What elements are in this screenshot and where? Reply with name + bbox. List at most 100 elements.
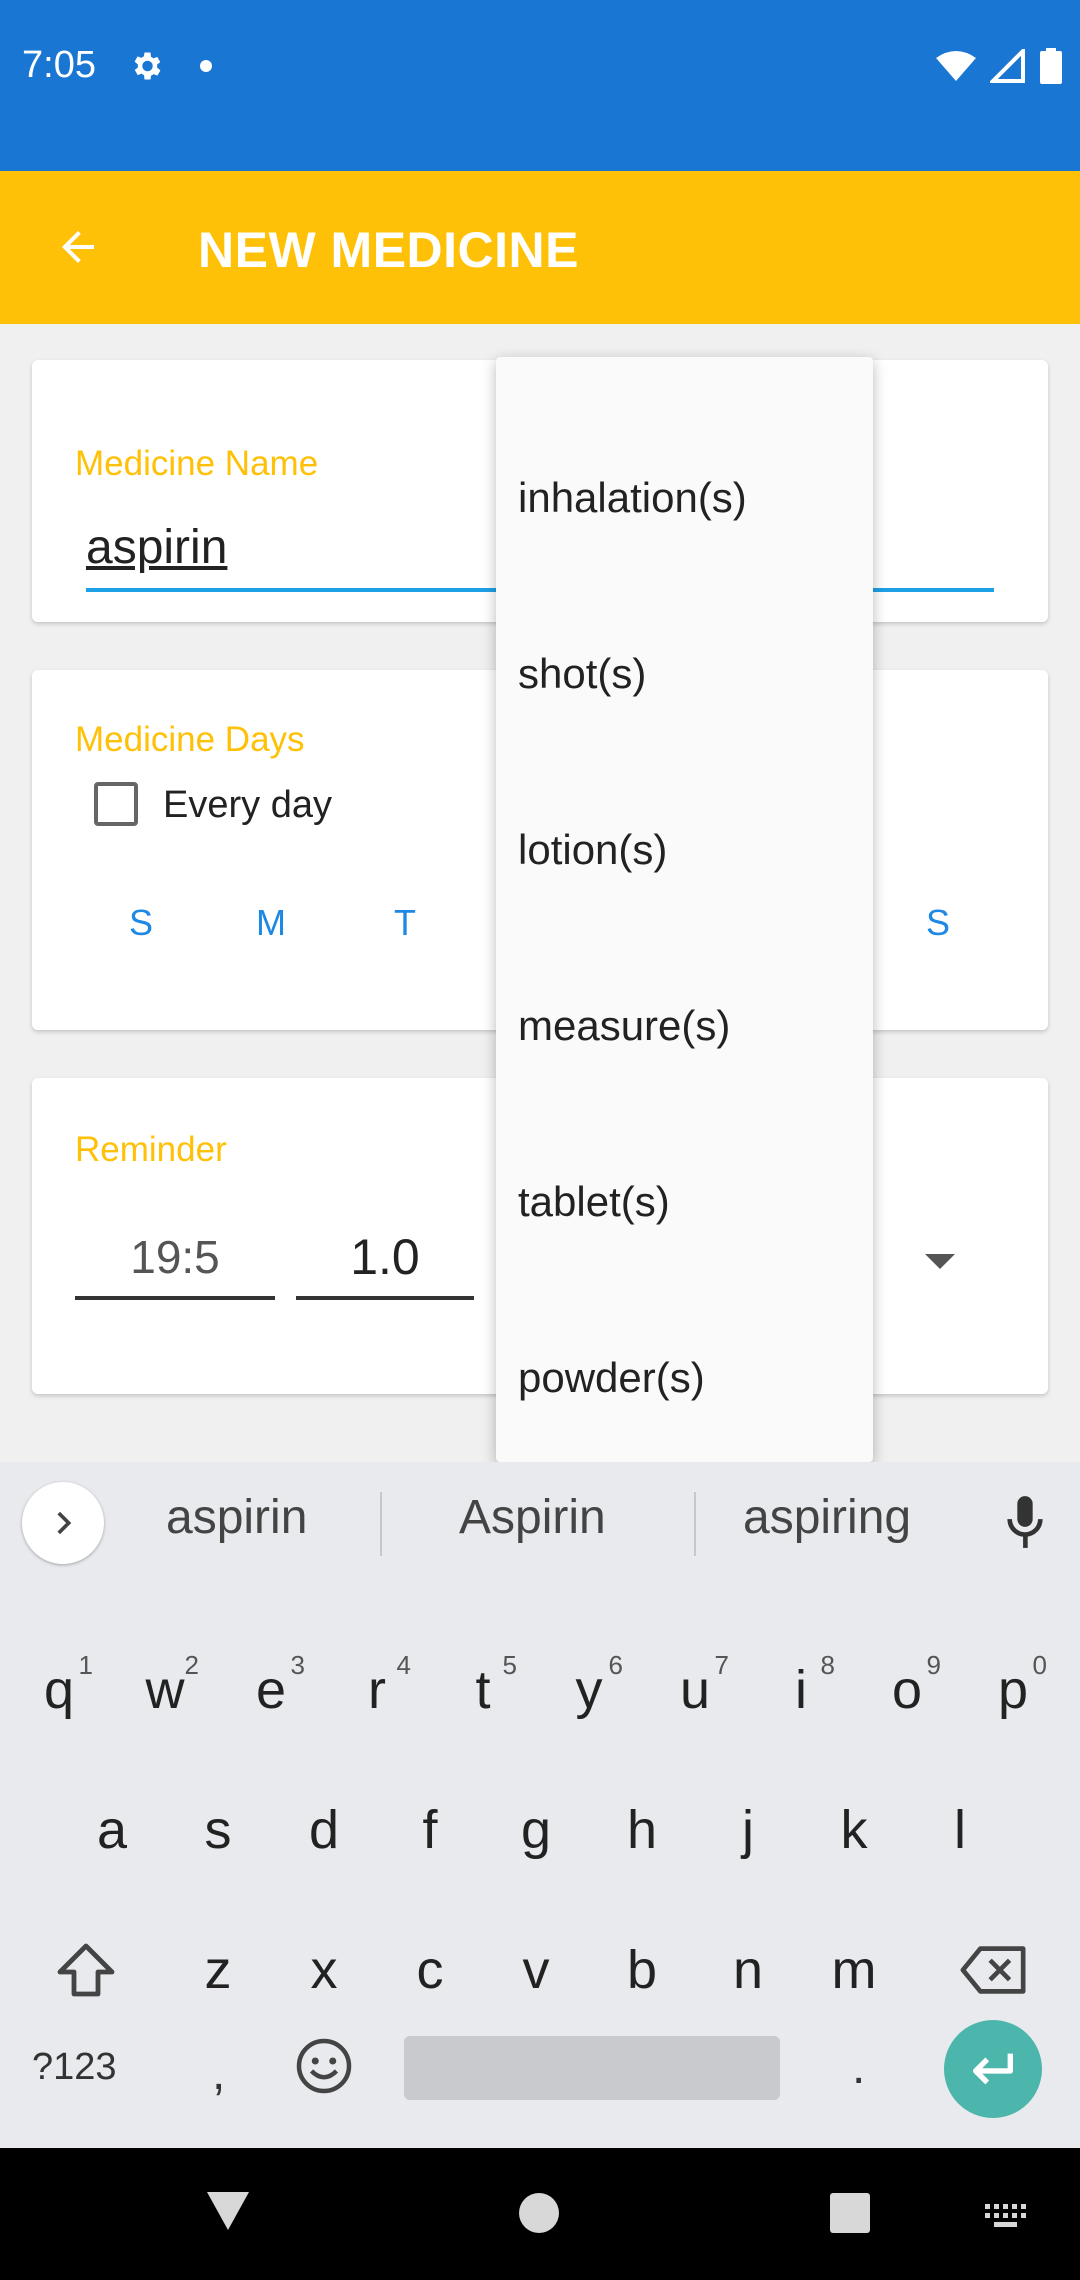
period-key[interactable]: . [852, 2040, 865, 2095]
key-l[interactable]: l [910, 1770, 1010, 1890]
key-z[interactable]: z [168, 1910, 268, 2030]
dose-quantity-field[interactable]: 1.0 [296, 1228, 474, 1286]
suggestion-1[interactable]: aspirin [166, 1490, 307, 1545]
key-s[interactable]: s [168, 1770, 268, 1890]
day-toggle-saturday[interactable]: S [926, 902, 950, 944]
arrow-back-icon [62, 231, 94, 263]
day-toggle-tuesday[interactable]: T [394, 902, 416, 944]
keyboard-switch-icon[interactable] [985, 2204, 1027, 2230]
key-e-hint: 3 [290, 1650, 305, 1680]
key-e[interactable]: e3 [221, 1630, 321, 1750]
key-w-hint: 2 [184, 1650, 199, 1680]
space-key[interactable] [404, 2036, 780, 2100]
key-g[interactable]: g [486, 1770, 586, 1890]
system-nav-bar [0, 2148, 1080, 2280]
notification-dot-icon [200, 60, 212, 72]
signal-icon [990, 49, 1025, 83]
dropdown-item-measure[interactable]: measure(s) [518, 971, 858, 1081]
key-o-label: o [891, 1660, 923, 1720]
suggestion-divider [694, 1492, 696, 1556]
dropdown-item-inhalation[interactable]: inhalation(s) [518, 443, 858, 553]
emoji-icon[interactable] [294, 2036, 354, 2096]
symbols-key[interactable]: ?123 [32, 2046, 117, 2089]
key-c[interactable]: c [380, 1910, 480, 2030]
status-bar: 7:05 [0, 0, 1080, 171]
microphone-icon[interactable] [1002, 1494, 1048, 1552]
nav-home-icon[interactable] [518, 2192, 560, 2234]
medicine-name-label: Medicine Name [75, 444, 319, 483]
key-p[interactable]: p0 [963, 1630, 1063, 1750]
day-toggle-sunday[interactable]: S [129, 902, 153, 944]
back-button[interactable] [42, 211, 114, 283]
shift-icon [57, 1943, 115, 1997]
key-i-label: i [795, 1660, 807, 1720]
key-r-label: r [368, 1660, 386, 1720]
key-x[interactable]: x [274, 1910, 374, 2030]
key-k[interactable]: k [804, 1770, 904, 1890]
every-day-checkbox[interactable] [94, 782, 138, 826]
key-u-label: u [679, 1660, 711, 1720]
key-y[interactable]: y6 [539, 1630, 639, 1750]
key-q-hint: 1 [78, 1650, 93, 1680]
key-m[interactable]: m [804, 1910, 904, 2030]
keyboard-suggestion-bar: aspirin Aspirin aspiring [0, 1462, 1080, 1584]
key-p-label: p [997, 1660, 1029, 1720]
comma-key[interactable]: , [212, 2046, 225, 2101]
key-u-hint: 7 [714, 1650, 729, 1680]
reminder-time-field[interactable]: 19:5 [75, 1230, 275, 1284]
key-d[interactable]: d [274, 1770, 374, 1890]
reminder-time-underline [75, 1296, 275, 1300]
key-t-hint: 5 [502, 1650, 517, 1680]
chevron-right-icon [57, 1511, 72, 1535]
key-r[interactable]: r4 [327, 1630, 427, 1750]
nav-recents-icon[interactable] [829, 2192, 871, 2234]
key-w[interactable]: w2 [115, 1630, 215, 1750]
unit-dropdown-arrow-icon[interactable] [925, 1254, 955, 1269]
backspace-icon [960, 1946, 1026, 1994]
medicine-name-input[interactable]: aspirin [86, 520, 227, 575]
battery-icon [1040, 48, 1062, 84]
dropdown-item-powder[interactable]: powder(s) [518, 1323, 858, 1433]
every-day-label[interactable]: Every day [163, 784, 332, 827]
suggestion-divider [380, 1492, 382, 1556]
key-u[interactable]: u7 [645, 1630, 745, 1750]
page-title: NEW MEDICINE [198, 222, 579, 278]
dropdown-item-tablet[interactable]: tablet(s) [518, 1147, 858, 1257]
enter-key[interactable] [944, 2020, 1042, 2118]
backspace-key[interactable] [944, 1910, 1044, 2030]
key-y-hint: 6 [608, 1650, 623, 1680]
nav-back-icon[interactable] [205, 2190, 251, 2232]
key-e-label: e [255, 1660, 287, 1720]
dropdown-item-lotion[interactable]: lotion(s) [518, 795, 858, 905]
key-v[interactable]: v [486, 1910, 586, 2030]
dose-quantity-underline [296, 1296, 474, 1300]
key-h[interactable]: h [592, 1770, 692, 1890]
key-b[interactable]: b [592, 1910, 692, 2030]
key-j[interactable]: j [698, 1770, 798, 1890]
wifi-icon [936, 51, 976, 81]
reminder-label: Reminder [75, 1130, 227, 1169]
suggestion-2[interactable]: Aspirin [459, 1490, 606, 1545]
app-bar: NEW MEDICINE [0, 171, 1080, 324]
medicine-days-label: Medicine Days [75, 720, 305, 759]
key-q[interactable]: q1 [9, 1630, 109, 1750]
status-icons [936, 48, 1062, 84]
key-n[interactable]: n [698, 1910, 798, 2030]
key-f[interactable]: f [380, 1770, 480, 1890]
key-i-hint: 8 [820, 1650, 835, 1680]
status-time: 7:05 [22, 44, 96, 86]
key-o-hint: 9 [926, 1650, 941, 1680]
shift-key[interactable] [36, 1910, 136, 2030]
key-o[interactable]: o9 [857, 1630, 957, 1750]
key-a[interactable]: a [62, 1770, 162, 1890]
key-w-label: w [145, 1660, 185, 1720]
key-t[interactable]: t5 [433, 1630, 533, 1750]
dropdown-item-shot[interactable]: shot(s) [518, 619, 858, 729]
key-t-label: t [475, 1660, 491, 1720]
key-i[interactable]: i8 [751, 1630, 851, 1750]
suggestion-3[interactable]: aspiring [743, 1490, 911, 1545]
expand-suggestions-button[interactable] [22, 1482, 104, 1564]
key-p-hint: 0 [1032, 1650, 1047, 1680]
key-y-label: y [575, 1660, 603, 1720]
day-toggle-monday[interactable]: M [256, 902, 286, 944]
